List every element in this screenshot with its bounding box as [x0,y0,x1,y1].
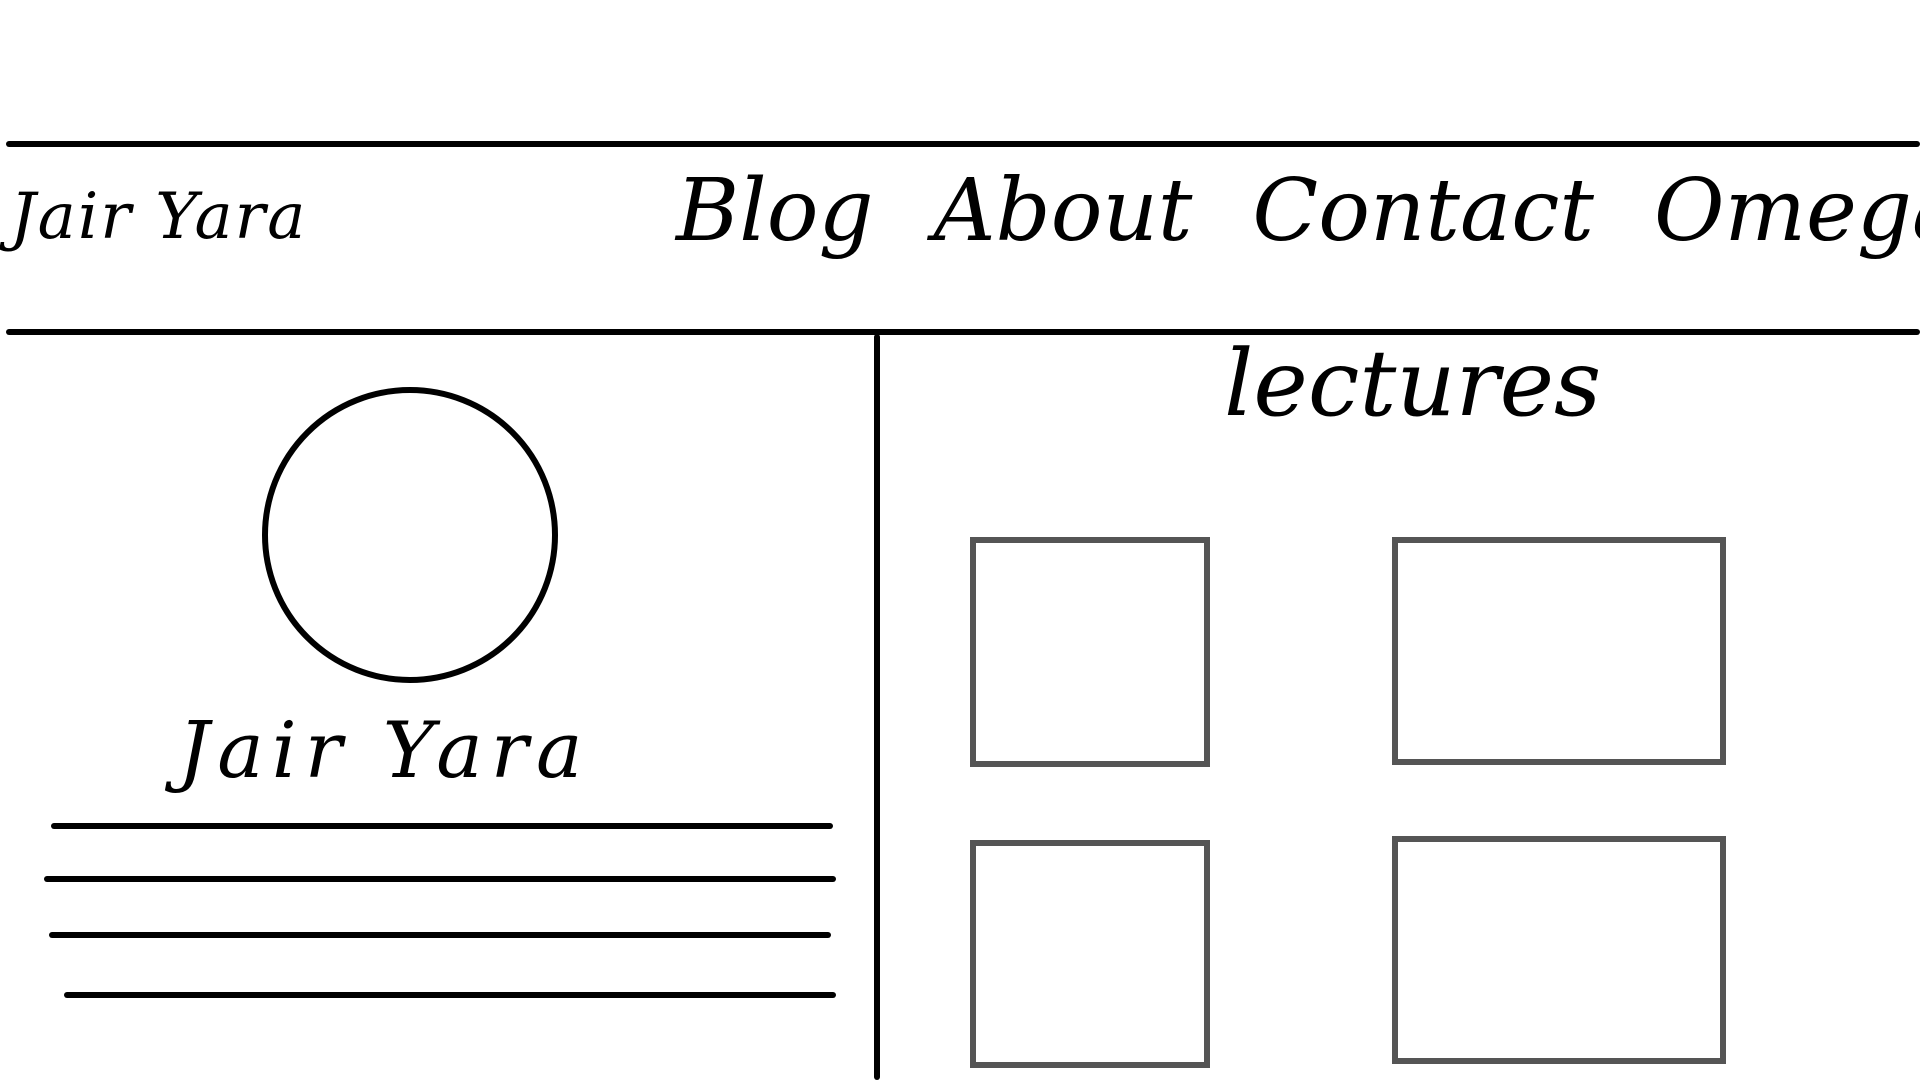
section-title-lectures: lectures [1224,330,1602,437]
nav-item-about[interactable]: About [934,168,1193,254]
profile-name: Jair Yara [178,706,591,796]
main-nav: Blog About Contact Omega [676,168,1920,254]
header-bottom-divider [6,329,1920,335]
lecture-card[interactable] [970,537,1210,767]
lecture-card[interactable] [1392,836,1726,1064]
bio-text-line [51,823,833,829]
lecture-card[interactable] [970,840,1210,1068]
bio-text-line [44,876,836,882]
bio-text-line [49,932,831,938]
avatar [262,387,558,683]
lecture-card[interactable] [1392,537,1726,765]
nav-item-blog[interactable]: Blog [676,168,874,254]
nav-item-omega[interactable]: Omega [1654,168,1920,254]
column-divider [874,334,880,1080]
site-brand[interactable]: Jair Yara [10,180,307,254]
nav-item-contact[interactable]: Contact [1252,168,1594,254]
bio-text-line [64,992,836,998]
header-top-divider [6,141,1920,147]
